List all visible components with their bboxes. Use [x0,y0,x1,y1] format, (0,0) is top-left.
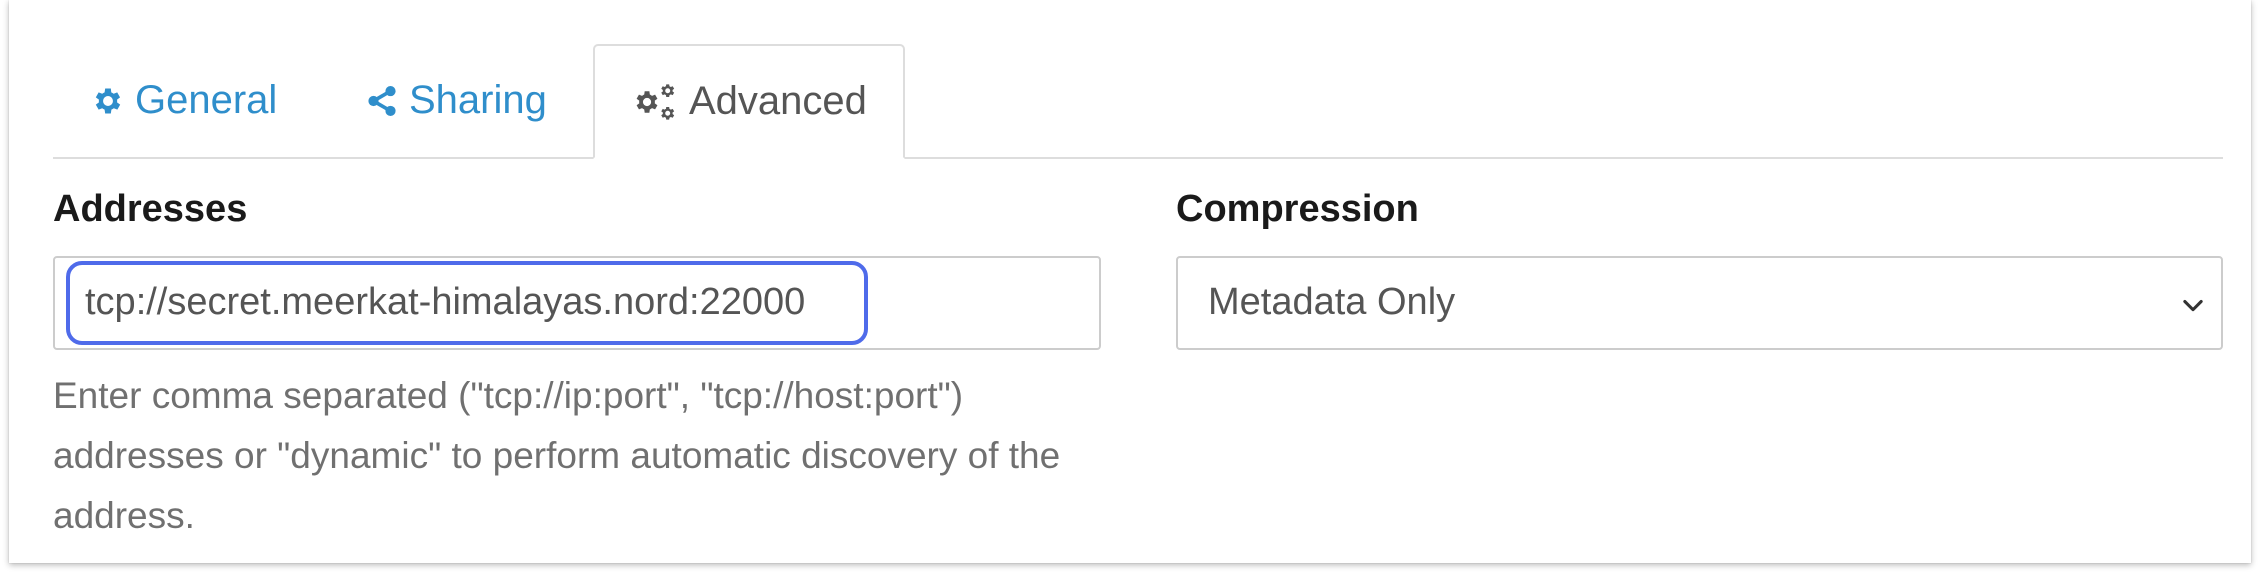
tab-sharing-label: Sharing [409,78,547,122]
tab-bar: General Sharing Advanced [53,44,2223,159]
tab-general-label: General [135,78,278,122]
tab-sharing[interactable]: Sharing [365,44,547,157]
addresses-input[interactable]: tcp://secret.meerkat-himalayas.nord:2200… [53,256,1101,350]
chevron-down-icon [2179,291,2207,324]
tab-general[interactable]: General [91,44,277,157]
gear-icon [91,84,125,118]
compression-selected-value: Metadata Only [1208,281,1456,323]
compression-label: Compression [1176,188,1419,230]
addresses-input-value: tcp://secret.meerkat-himalayas.nord:2200… [85,281,806,323]
settings-panel: General Sharing Advanced Addresses Compr… [9,0,2251,563]
addresses-help-text: Enter comma separated ("tcp://ip:port", … [53,375,1061,536]
gears-icon [635,82,679,122]
tab-advanced[interactable]: Advanced [593,44,905,159]
compression-select[interactable]: Metadata Only [1176,256,2223,350]
tab-advanced-label: Advanced [689,79,867,123]
share-icon [365,84,399,118]
addresses-label: Addresses [53,188,248,230]
